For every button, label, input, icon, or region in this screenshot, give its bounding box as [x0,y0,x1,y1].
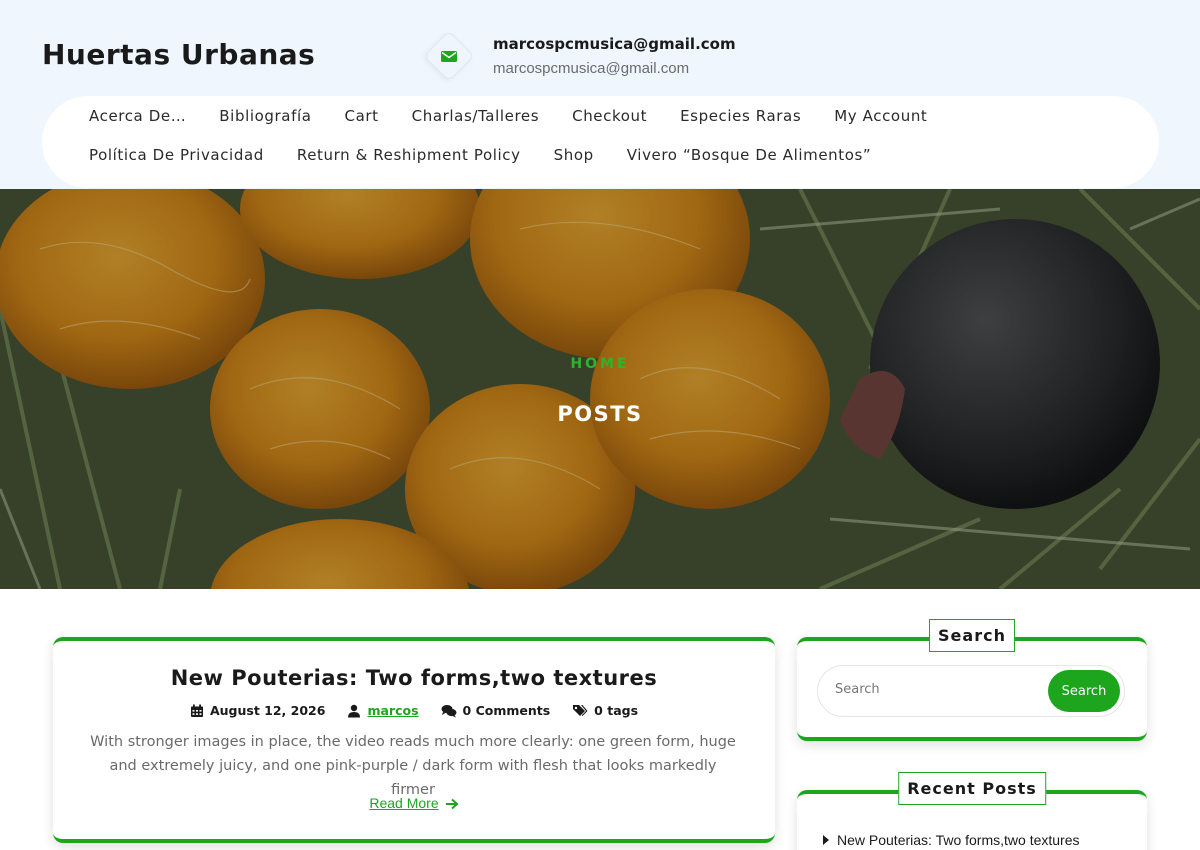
post-comments-count[interactable]: 0 Comments [463,703,551,718]
comments-icon [441,704,457,717]
search-widget: Search Search [797,619,1147,741]
post-title[interactable]: New Pouterias: Two forms,two textures [53,666,775,690]
nav-item-charlas-talleres[interactable]: Charlas/Talleres [395,106,555,126]
post-excerpt: With stronger images in place, the video… [90,734,736,798]
post-tags-count: 0 tags [594,703,639,718]
tags-icon [573,704,588,716]
contact-email-link[interactable]: marcospcmusica@gmail.com [493,60,689,77]
envelope-icon [441,51,457,62]
post-date: August 12, 2026 [209,703,326,718]
recent-posts-widget: Recent Posts New Pouterias: Two forms,tw… [797,772,1147,850]
caret-right-icon [823,835,829,845]
page-title: POSTS [557,402,643,426]
nav-item-my-account[interactable]: My Account [818,106,944,126]
post-author-link[interactable]: marcos [367,703,418,718]
nav-row-2: Política De Privacidad Return & Reshipme… [89,145,888,165]
recent-posts-title: Recent Posts [898,772,1046,805]
site-title[interactable]: Huertas Urbanas [42,38,315,71]
site-header: Huertas Urbanas marcospcmusica@gmail.com… [0,0,1200,189]
nav-item-checkout[interactable]: Checkout [556,106,664,126]
contact-email-heading: marcospcmusica@gmail.com [493,35,736,53]
recent-post-item[interactable]: New Pouterias: Two forms,two textures [823,832,1080,848]
nav-item-return-policy[interactable]: Return & Reshipment Policy [280,145,537,165]
post-card: New Pouterias: Two forms,two textures Au… [53,637,775,843]
arrow-right-icon [445,798,459,810]
recent-post-link[interactable]: New Pouterias: Two forms,two textures [837,832,1080,848]
search-button[interactable]: Search [1048,670,1120,712]
nav-item-shop[interactable]: Shop [537,145,610,165]
search-widget-title: Search [929,619,1015,652]
read-more-label: Read More [369,795,439,811]
read-more-link[interactable]: Read More [53,795,775,811]
nav-item-vivero[interactable]: Vivero “Bosque De Alimentos” [610,145,888,165]
recent-posts-list: New Pouterias: Two forms,two textures [823,832,1080,848]
user-icon [348,704,361,717]
nav-item-cart[interactable]: Cart [328,106,395,126]
nav-item-especies-raras[interactable]: Especies Raras [664,106,818,126]
nav-item-acerca-de[interactable]: Acerca De… [89,106,203,126]
breadcrumb-home[interactable]: Home [0,356,1200,372]
post-meta: August 12, 2026 marcos 0 Comments 0 tags [53,703,775,718]
search-form: Search [817,665,1125,717]
nav-item-privacy-policy[interactable]: Política De Privacidad [89,145,280,165]
contact-icon-box [423,30,475,82]
nav-item-bibliografia[interactable]: Bibliografía [203,106,328,126]
hero-banner: Home POSTS [0,189,1200,589]
main-navigation: Acerca De… Bibliografía Cart Charlas/Tal… [42,96,1159,188]
calendar-icon [190,704,203,717]
nav-row-1: Acerca De… Bibliografía Cart Charlas/Tal… [89,106,944,126]
search-input[interactable] [835,682,1035,697]
